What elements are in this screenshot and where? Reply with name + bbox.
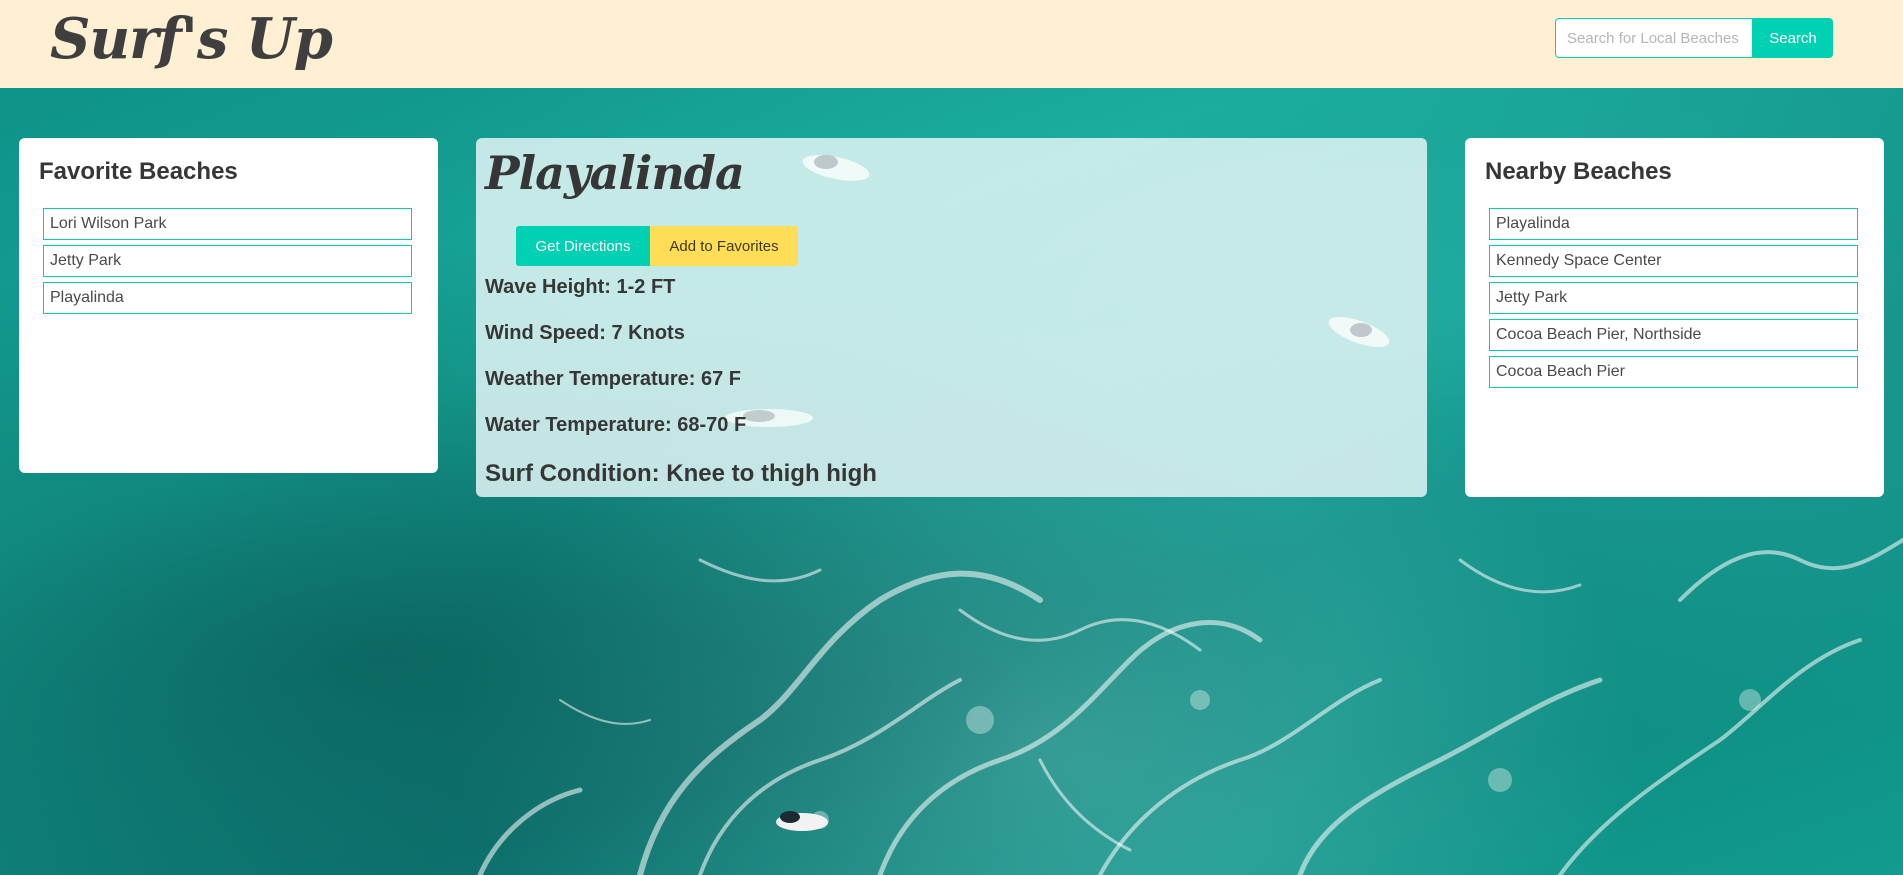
beach-name: Playalinda [485, 146, 745, 200]
brand-logo[interactable]: Surf's Up [50, 6, 333, 72]
get-directions-button[interactable]: Get Directions [516, 226, 650, 266]
navbar: Surf's Up Search [0, 0, 1903, 88]
wave-height: Wave Height: 1-2 FT [485, 276, 676, 298]
add-to-favorites-button[interactable]: Add to Favorites [650, 226, 798, 266]
nearby-beaches-title: Nearby Beaches [1485, 158, 1672, 185]
favorite-beach-item[interactable]: Jetty Park [43, 245, 412, 277]
favorite-beaches-panel: Favorite Beaches Lori Wilson Park Jetty … [19, 138, 438, 473]
favorite-beach-item[interactable]: Playalinda [43, 282, 412, 314]
weather-temperature: Weather Temperature: 67 F [485, 368, 742, 390]
nearby-beach-item[interactable]: Cocoa Beach Pier, Northside [1489, 319, 1858, 351]
search-input[interactable] [1555, 18, 1753, 58]
nearby-beach-item[interactable]: Jetty Park [1489, 282, 1858, 314]
surf-condition: Surf Condition: Knee to thigh high [485, 460, 877, 487]
wind-speed: Wind Speed: 7 Knots [485, 322, 685, 344]
surfer-icon [772, 806, 830, 841]
water-temperature: Water Temperature: 68-70 F [485, 414, 747, 436]
nearby-beach-item[interactable]: Playalinda [1489, 208, 1858, 240]
nearby-beach-item[interactable]: Kennedy Space Center [1489, 245, 1858, 277]
favorite-beach-item[interactable]: Lori Wilson Park [43, 208, 412, 240]
favorite-beaches-list: Lori Wilson Park Jetty Park Playalinda [43, 208, 412, 319]
nearby-beaches-list: Playalinda Kennedy Space Center Jetty Pa… [1489, 208, 1858, 393]
nearby-beaches-panel: Nearby Beaches Playalinda Kennedy Space … [1465, 138, 1884, 497]
beach-details-panel: Playalinda Get Directions Add to Favorit… [476, 138, 1427, 497]
favorite-beaches-title: Favorite Beaches [39, 158, 238, 185]
nearby-beach-item[interactable]: Cocoa Beach Pier [1489, 356, 1858, 388]
surfer-icon [796, 146, 872, 191]
surfer-icon [1321, 310, 1397, 361]
search-button[interactable]: Search [1753, 18, 1833, 58]
